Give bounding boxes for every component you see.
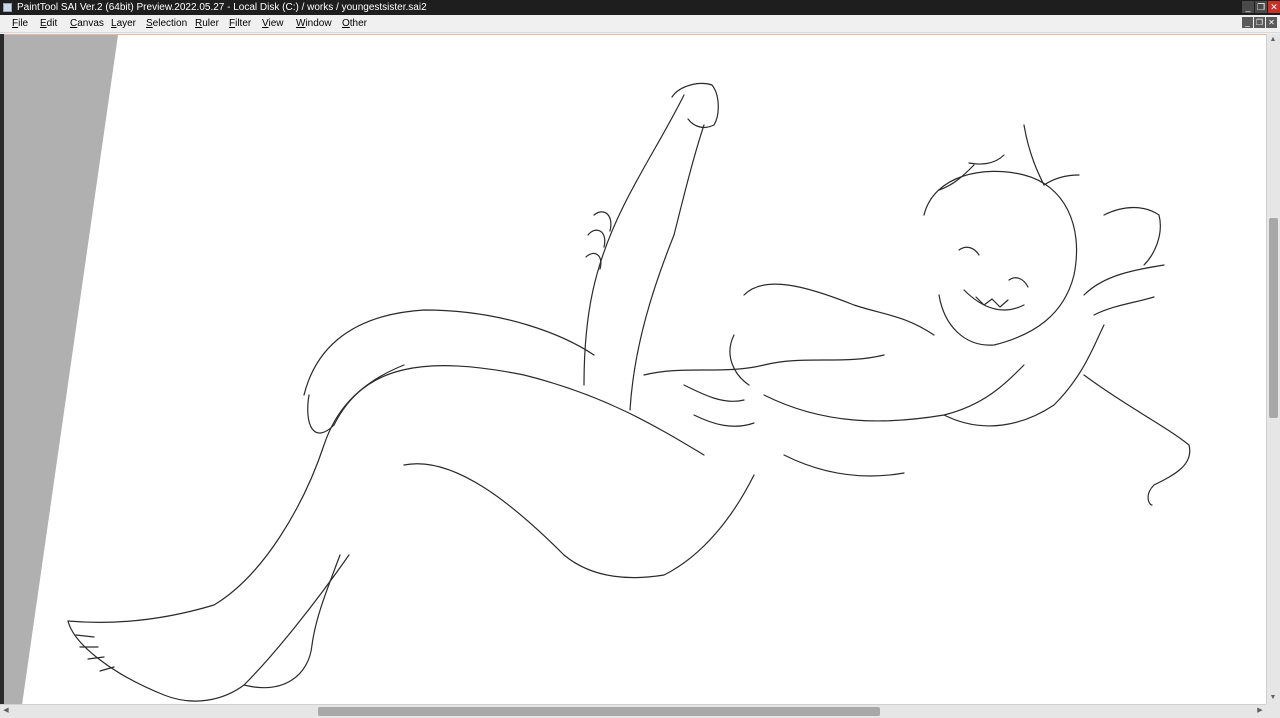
shirt-fold <box>729 334 750 386</box>
lower-leg-top-line <box>67 364 405 623</box>
menu-ruler[interactable]: Ruler <box>195 15 219 32</box>
line-art <box>67 82 1191 702</box>
raised-leg-front <box>629 124 705 411</box>
back-knee <box>307 394 335 434</box>
menu-window[interactable]: Window <box>296 15 332 32</box>
menu-view[interactable]: View <box>262 15 284 32</box>
front-thigh-bottom <box>403 463 755 579</box>
app-icon[interactable] <box>3 3 12 12</box>
vertical-scrollbar[interactable]: ▲ ▼ <box>1266 34 1280 704</box>
restore-button[interactable]: ❐ <box>1255 1 1267 13</box>
scroll-up-button[interactable]: ▲ <box>1267 34 1279 46</box>
shorts-band <box>783 454 905 477</box>
horizontal-scrollbar[interactable]: ◀ ▶ <box>0 704 1266 718</box>
scroll-down-button[interactable]: ▼ <box>1267 692 1279 704</box>
ahoge <box>1023 124 1080 186</box>
menu-bar: File Edit Canvas Layer Selection Ruler F… <box>0 15 1280 33</box>
scrollbar-corner <box>1266 704 1280 718</box>
grin <box>963 289 1025 311</box>
ponytail-top <box>1103 206 1161 266</box>
document-minimize-button[interactable]: _ <box>1242 17 1253 28</box>
lower-leg-bottom-line <box>67 554 350 702</box>
raised-leg-back <box>583 94 685 386</box>
eyes <box>958 246 1029 288</box>
menu-layer[interactable]: Layer <box>111 15 136 32</box>
close-button[interactable]: ✕ <box>1268 1 1280 13</box>
document-controls: _ ❐ ✕ <box>1242 17 1277 28</box>
hand-on-leg <box>585 211 612 270</box>
ponytail-bottom <box>1083 374 1191 506</box>
scroll-left-button[interactable]: ◀ <box>0 705 12 717</box>
minimize-button[interactable]: _ <box>1242 1 1254 13</box>
menu-edit[interactable]: Edit <box>40 15 57 32</box>
chest-bottom <box>763 364 1025 422</box>
document-close-button[interactable]: ✕ <box>1266 17 1277 28</box>
peace-sign-hand <box>1083 264 1165 316</box>
menu-other[interactable]: Other <box>342 15 367 32</box>
menu-selection[interactable]: Selection <box>146 15 187 32</box>
back-calf <box>243 554 341 689</box>
chest-top <box>743 283 935 336</box>
horizontal-scroll-thumb[interactable] <box>318 707 880 716</box>
canvas-view[interactable] <box>4 34 1266 705</box>
front-thigh-top <box>333 365 705 456</box>
document-restore-button[interactable]: ❐ <box>1254 17 1265 28</box>
waist-line <box>643 354 885 376</box>
title-bar[interactable]: PaintTool SAI Ver.2 (64bit) Preview.2022… <box>0 0 1280 15</box>
scroll-right-button[interactable]: ▶ <box>1254 705 1266 717</box>
window-controls: _ ❐ ✕ <box>1242 1 1280 13</box>
head-outline <box>923 170 1078 346</box>
offcanvas-area <box>4 35 118 705</box>
abdomen-lines <box>683 384 755 427</box>
bangs <box>938 154 1005 191</box>
menu-filter[interactable]: Filter <box>229 15 251 32</box>
window-title: PaintTool SAI Ver.2 (64bit) Preview.2022… <box>17 2 427 13</box>
sketch-canvas <box>4 35 1191 705</box>
vertical-scroll-thumb[interactable] <box>1269 218 1278 418</box>
menu-file[interactable]: File <box>12 15 28 32</box>
menu-canvas[interactable]: Canvas <box>70 15 104 32</box>
